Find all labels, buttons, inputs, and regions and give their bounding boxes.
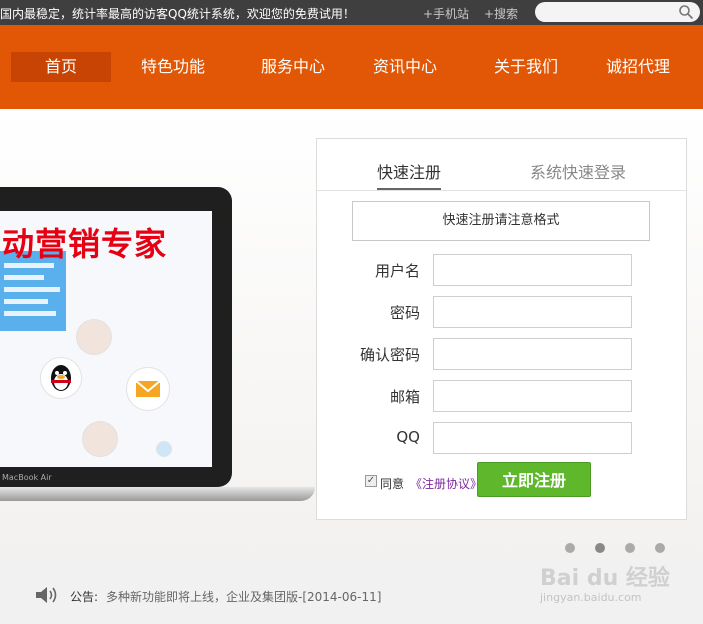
- top-bar: 国内最稳定，统计率最高的访客QQ统计系统，欢迎您的免费试用！ +手机站 +搜索: [0, 0, 703, 25]
- qq-label: QQ: [396, 428, 420, 446]
- confirm-password-field[interactable]: [433, 338, 632, 370]
- agree-checkbox[interactable]: ✓: [365, 475, 377, 487]
- laptop-brand-label: MacBook Air: [2, 473, 52, 482]
- register-button[interactable]: 立即注册: [477, 462, 591, 497]
- promo-title: 动营销专家: [2, 225, 168, 263]
- baidu-watermark: Bai du 经验: [540, 566, 670, 591]
- username-field[interactable]: [433, 254, 632, 286]
- laptop-base: [0, 487, 315, 501]
- carousel-dot-3[interactable]: [625, 543, 635, 553]
- carousel-dot-4[interactable]: [655, 543, 665, 553]
- nav-item-agent-recruit[interactable]: 诚招代理: [588, 52, 688, 82]
- speaker-icon: [36, 587, 57, 603]
- qq-penguin-image: [40, 357, 82, 399]
- register-panel: 快速注册 系统快速登录 快速注册请注意格式 用户名 密码 确认密码 邮箱 QQ …: [316, 138, 687, 520]
- password-field[interactable]: [433, 296, 632, 328]
- email-label: 邮箱: [389, 388, 420, 406]
- qq-field[interactable]: [433, 422, 632, 454]
- avatar-image: [76, 319, 112, 355]
- avatar-image: [82, 421, 118, 457]
- confirm-password-label: 确认密码: [359, 346, 420, 364]
- carousel-dot-2[interactable]: [595, 543, 605, 553]
- username-label: 用户名: [374, 262, 420, 280]
- announcement-text[interactable]: 多种新功能即将上线，企业及集团版-[2014-06-11]: [106, 588, 381, 605]
- search-input[interactable]: [545, 4, 679, 22]
- nav-item-news-center[interactable]: 资讯中心: [355, 52, 455, 82]
- tab-divider: [317, 190, 686, 191]
- search-box: [535, 2, 700, 22]
- mail-icon: [126, 367, 170, 411]
- agree-label: 同意: [380, 477, 405, 491]
- format-notice: 快速注册请注意格式: [352, 201, 650, 241]
- nav-item-about-us[interactable]: 关于我们: [476, 52, 576, 82]
- nav-item-features[interactable]: 特色功能: [123, 52, 223, 82]
- terms-link[interactable]: 《注册协议》: [410, 475, 482, 492]
- baidu-watermark-url: jingyan.baidu.com: [540, 591, 642, 604]
- carousel-dot-1[interactable]: [565, 543, 575, 553]
- nav-item-home[interactable]: 首页: [11, 52, 111, 82]
- nav-item-service-center[interactable]: 服务中心: [243, 52, 343, 82]
- mobile-site-link[interactable]: +手机站: [423, 5, 469, 22]
- search-icon[interactable]: [678, 4, 694, 20]
- announcement-label: 公告:: [70, 590, 99, 604]
- search-link[interactable]: +搜索: [484, 5, 518, 22]
- email-field[interactable]: [433, 380, 632, 412]
- site-slogan: 国内最稳定，统计率最高的访客QQ统计系统，欢迎您的免费试用！: [0, 7, 355, 21]
- info-icon: [156, 441, 172, 457]
- main-nav: 首页 特色功能 服务中心 资讯中心 关于我们 诚招代理: [0, 25, 703, 109]
- password-label: 密码: [389, 304, 420, 322]
- tab-quick-register[interactable]: 快速注册: [377, 159, 441, 183]
- tab-quick-login[interactable]: 系统快速登录: [530, 159, 626, 183]
